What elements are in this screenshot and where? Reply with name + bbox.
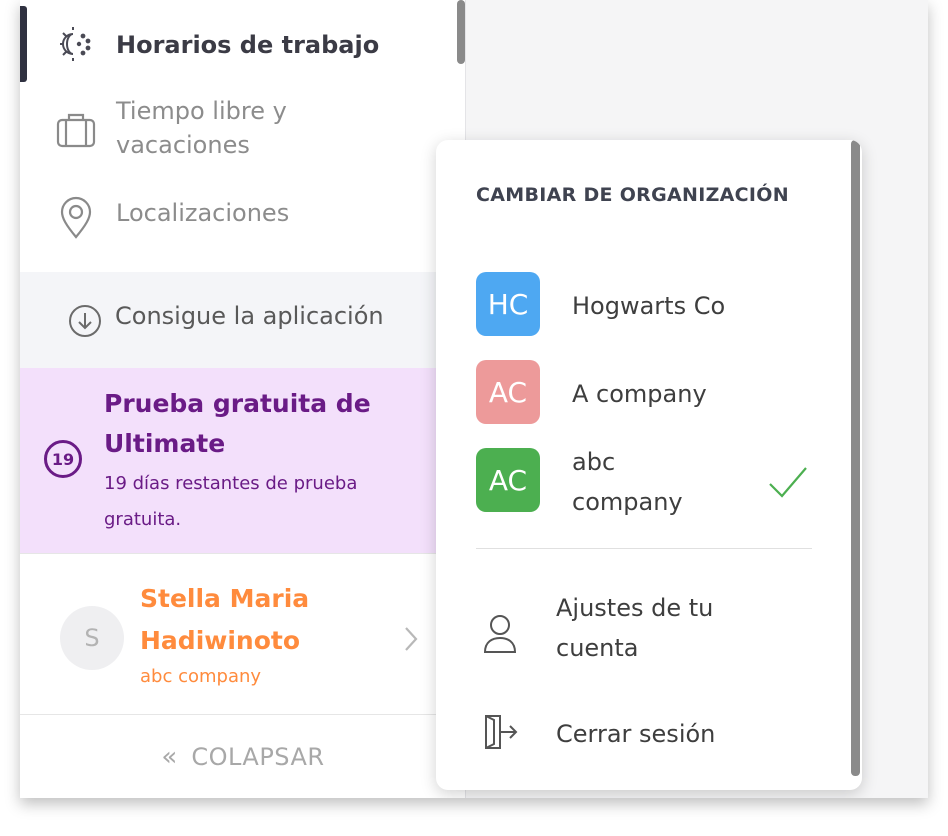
user-name: Stella Maria Hadiwinoto <box>140 584 310 655</box>
user-profile[interactable]: S Stella Maria Hadiwinoto abc company <box>20 553 466 715</box>
collapse-button[interactable]: « COLAPSAR <box>20 716 466 798</box>
avatar: S <box>60 606 124 670</box>
get-app-label: Consigue la aplicación <box>115 302 384 330</box>
checkmark-icon <box>766 462 810 502</box>
menu-heading: CAMBIAR DE ORGANIZACIÓN <box>476 184 789 206</box>
logout-item[interactable]: Cerrar sesión <box>476 712 836 756</box>
sun-icon <box>54 22 98 66</box>
menu-divider <box>476 548 812 549</box>
menu-scrollbar[interactable] <box>851 140 860 776</box>
get-app-link[interactable]: Consigue la aplicación <box>20 272 466 368</box>
chevron-right-icon <box>398 624 422 654</box>
user-icon <box>480 612 520 656</box>
sidebar-item-label: Tiempo libre y vacaciones <box>116 97 287 159</box>
trial-subtitle: 19 días restantes de prueba gratuita. <box>104 473 358 530</box>
sidebar-item-label: Horarios de trabajo <box>116 31 380 59</box>
sidebar-item-localizaciones[interactable]: Localizaciones <box>20 192 466 252</box>
logout-icon <box>480 712 520 756</box>
org-item-hogwarts[interactable]: HC Hogwarts Co <box>476 272 836 336</box>
logout-label: Cerrar sesión <box>556 720 716 748</box>
trial-title: Prueba gratuita de Ultimate <box>104 389 371 458</box>
sidebar-item-horarios[interactable]: Horarios de trabajo <box>20 6 466 82</box>
double-chevron-left-icon: « <box>161 742 178 772</box>
org-item-a-company[interactable]: AC A company <box>476 360 836 424</box>
org-name: A company <box>572 380 707 408</box>
org-name: abc company <box>572 448 683 516</box>
sidebar-item-tiempo-libre[interactable]: Tiempo libre y vacaciones <box>20 92 466 164</box>
trial-banner[interactable]: 19 Prueba gratuita de Ultimate 19 días r… <box>20 368 466 553</box>
account-settings-item[interactable]: Ajustes de tu cuenta <box>476 588 836 678</box>
sidebar: Horarios de trabajo Tiempo libre y vacac… <box>20 0 466 798</box>
suitcase-icon <box>54 108 98 152</box>
location-pin-icon <box>54 196 98 240</box>
active-indicator <box>20 6 27 82</box>
download-circle-icon <box>68 304 102 338</box>
org-name: Hogwarts Co <box>572 292 726 320</box>
app-window: Horarios de trabajo Tiempo libre y vacac… <box>20 0 928 798</box>
organization-menu: CAMBIAR DE ORGANIZACIÓN HC Hogwarts Co A… <box>436 140 862 790</box>
trial-days-badge: 19 <box>44 440 82 478</box>
account-settings-label: Ajustes de tu cuenta <box>556 594 714 662</box>
org-avatar: AC <box>476 448 540 512</box>
user-org: abc company <box>140 666 262 687</box>
org-avatar: HC <box>476 272 540 336</box>
org-item-abc-company[interactable]: AC abc company <box>476 448 836 528</box>
sidebar-item-label: Localizaciones <box>116 199 290 227</box>
collapse-label: COLAPSAR <box>191 743 325 771</box>
org-avatar: AC <box>476 360 540 424</box>
